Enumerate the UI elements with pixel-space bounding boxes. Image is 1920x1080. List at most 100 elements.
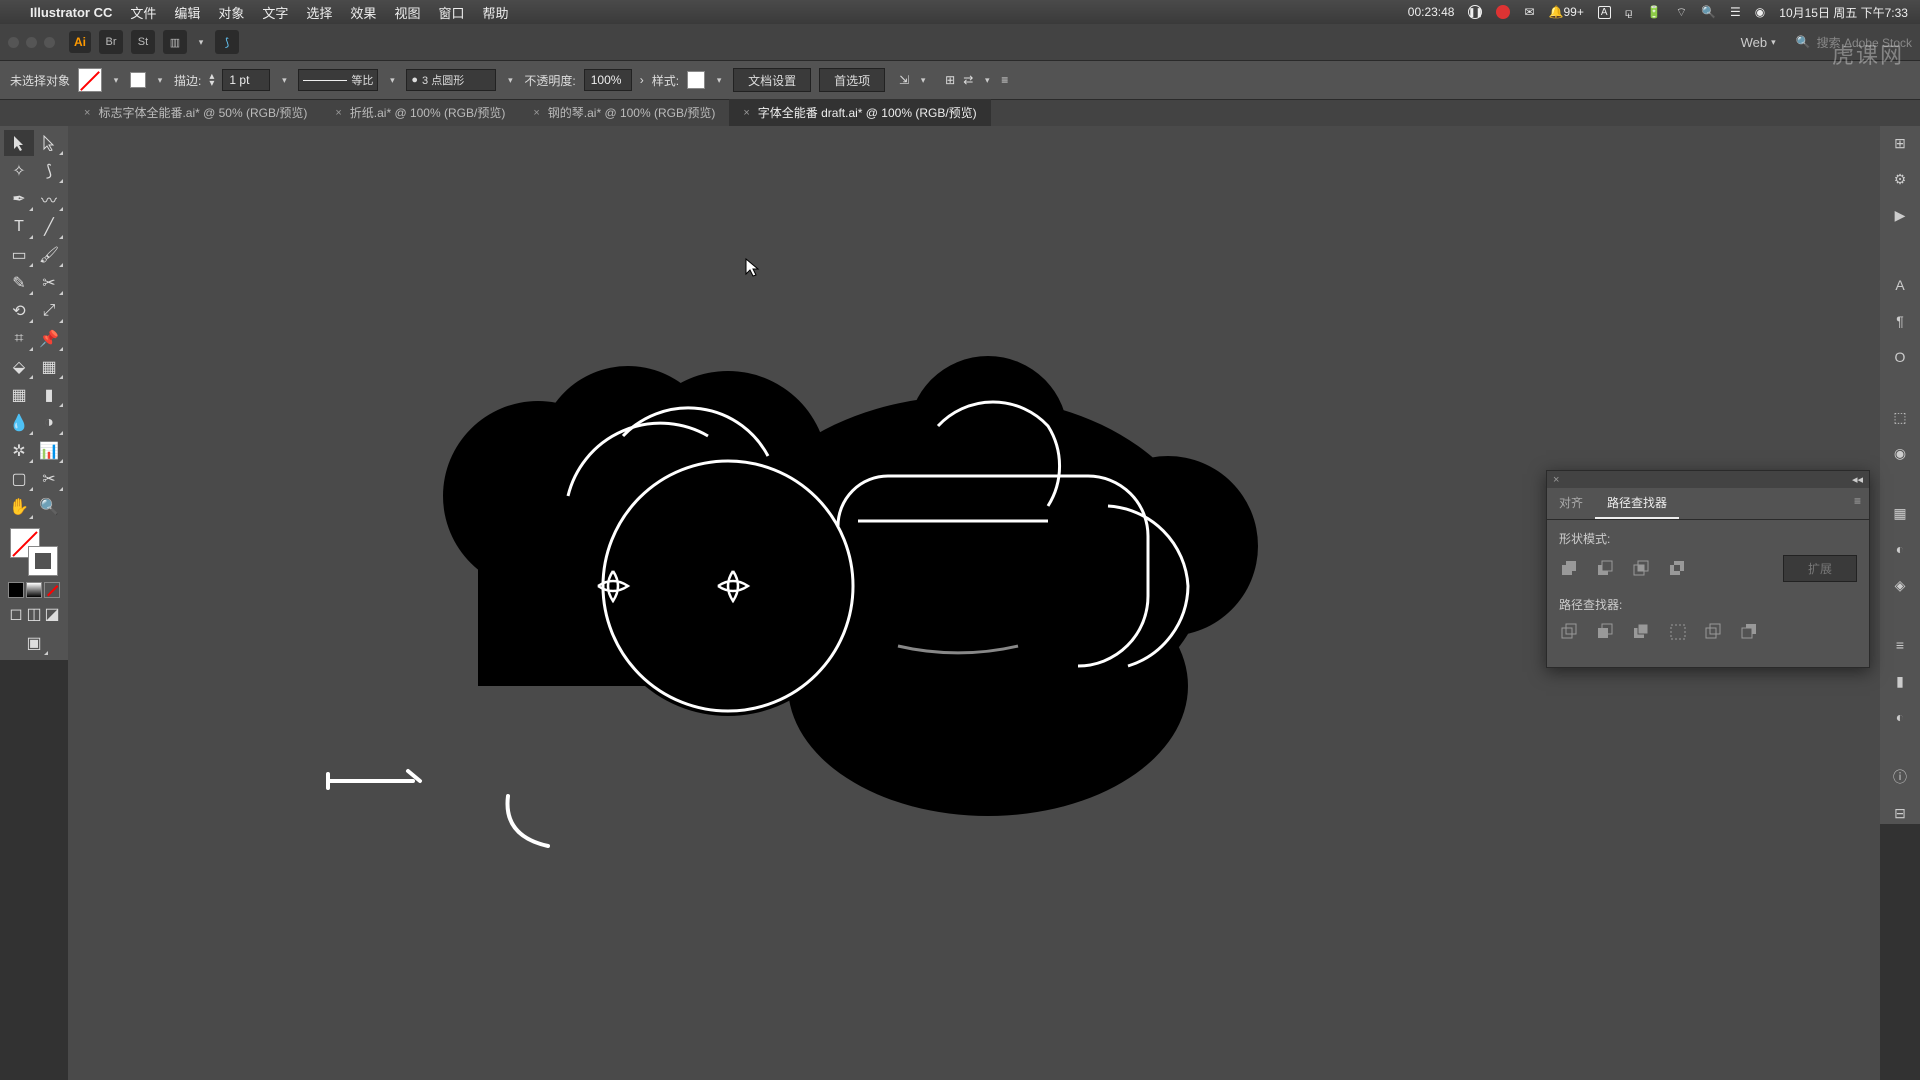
- wechat-icon[interactable]: ✉: [1524, 5, 1534, 19]
- collapse-icon[interactable]: ◂◂: [1852, 473, 1863, 486]
- expand-button[interactable]: 扩展: [1783, 555, 1857, 582]
- blend-tool[interactable]: ◑: [34, 410, 64, 436]
- opacity-input[interactable]: 100%: [584, 69, 632, 91]
- unite-icon[interactable]: [1559, 558, 1581, 580]
- menu-object[interactable]: 对象: [218, 3, 244, 22]
- menu-help[interactable]: 帮助: [482, 3, 508, 22]
- artboard-tool[interactable]: ▢: [4, 466, 34, 492]
- panel-menu-icon[interactable]: ≡: [1846, 488, 1869, 519]
- fill-dropdown[interactable]: ▾: [110, 70, 122, 90]
- selection-tool[interactable]: [4, 130, 34, 156]
- color-mode[interactable]: [8, 582, 24, 598]
- slice-tool[interactable]: ✂: [34, 466, 64, 492]
- paragraph-icon[interactable]: ¶: [1889, 310, 1911, 332]
- drawing-mode-normal[interactable]: ◻: [8, 606, 24, 622]
- divide-icon[interactable]: [1559, 621, 1581, 643]
- minus-back-icon[interactable]: [1739, 621, 1761, 643]
- character-icon[interactable]: A: [1889, 274, 1911, 296]
- menu-select[interactable]: 选择: [306, 3, 332, 22]
- gradient-mode[interactable]: [26, 582, 42, 598]
- close-icon[interactable]: ×: [335, 107, 341, 119]
- transform-dropdown[interactable]: ▾: [981, 70, 993, 90]
- symbol-sprayer-tool[interactable]: ✲: [4, 438, 34, 464]
- document-tab[interactable]: ×字体全能番 draft.ai* @ 100% (RGB/预览): [729, 99, 990, 126]
- width-tool[interactable]: ⌗: [4, 326, 34, 352]
- transform-icon[interactable]: ⇄: [963, 73, 973, 87]
- xy-icon[interactable]: ⊞: [945, 73, 955, 87]
- hand-tool[interactable]: ✋: [4, 494, 34, 520]
- document-tab[interactable]: ×钢的琴.ai* @ 100% (RGB/预览): [519, 99, 729, 126]
- notification-icon[interactable]: 🔔99+: [1549, 5, 1584, 19]
- eraser-tool[interactable]: ✂: [34, 270, 64, 296]
- close-icon[interactable]: ×: [533, 107, 539, 119]
- merge-icon[interactable]: [1631, 621, 1653, 643]
- gpu-icon[interactable]: ⟆: [215, 30, 239, 54]
- menu-view[interactable]: 视图: [394, 3, 420, 22]
- stroke-weight-input[interactable]: 1 pt: [222, 69, 270, 91]
- screen-mode[interactable]: ▣: [19, 630, 49, 656]
- close-icon[interactable]: ×: [1553, 474, 1559, 486]
- paintbrush-tool[interactable]: 🖌: [34, 242, 64, 268]
- crop-icon[interactable]: [1667, 621, 1689, 643]
- menu-window[interactable]: 窗口: [438, 3, 464, 22]
- drawing-mode-behind[interactable]: ◫: [26, 606, 42, 622]
- controlcenter-icon[interactable]: ☰: [1730, 5, 1741, 19]
- type-tool[interactable]: T: [4, 214, 34, 240]
- color-icon[interactable]: ⚙: [1889, 168, 1911, 190]
- align-icon[interactable]: ⇲: [899, 73, 909, 87]
- clock[interactable]: 10月15日 周五 下午7:33: [1779, 4, 1908, 21]
- brush-definition[interactable]: ●3 点圆形: [406, 69, 496, 91]
- gradient-panel-icon[interactable]: ▮: [1889, 670, 1911, 692]
- brush-dropdown[interactable]: ▾: [504, 70, 516, 90]
- align-panel-icon[interactable]: ⊟: [1889, 802, 1911, 824]
- actions-icon[interactable]: ▶: [1889, 204, 1911, 226]
- spotlight-icon[interactable]: 🔍: [1701, 5, 1716, 19]
- align-dropdown[interactable]: ▾: [917, 70, 929, 90]
- bluetooth-icon[interactable]: ⚼: [1625, 5, 1633, 20]
- exclude-icon[interactable]: [1667, 558, 1689, 580]
- curvature-tool[interactable]: 〰: [34, 186, 64, 212]
- panel-menu-icon[interactable]: ≡: [1001, 73, 1008, 87]
- record-icon[interactable]: [1496, 5, 1510, 19]
- align-tab[interactable]: 对齐: [1547, 488, 1595, 519]
- document-tab[interactable]: ×折纸.ai* @ 100% (RGB/预览): [321, 99, 519, 126]
- document-setup-button[interactable]: 文档设置: [733, 68, 811, 92]
- menu-file[interactable]: 文件: [130, 3, 156, 22]
- column-graph-tool[interactable]: 📊: [34, 438, 64, 464]
- graphic-style-swatch[interactable]: [687, 71, 705, 89]
- intersect-icon[interactable]: [1631, 558, 1653, 580]
- pause-icon[interactable]: ❚❚: [1468, 5, 1482, 19]
- appearance-icon[interactable]: ◉: [1889, 442, 1911, 464]
- search-adobe-stock[interactable]: 🔍 搜索 Adobe Stock: [1796, 34, 1912, 51]
- perspective-tool[interactable]: ▦: [34, 354, 64, 380]
- stroke-weight-dropdown[interactable]: ▾: [278, 70, 290, 90]
- menu-effect[interactable]: 效果: [350, 3, 376, 22]
- input-icon[interactable]: A: [1598, 6, 1611, 19]
- stroke-stepper[interactable]: ▴▾: [209, 73, 214, 87]
- siri-icon[interactable]: ◉: [1755, 5, 1765, 19]
- symbols-icon[interactable]: ◈: [1889, 574, 1911, 596]
- properties-icon[interactable]: ⊞: [1889, 132, 1911, 154]
- transform-panel-icon[interactable]: ⬚: [1889, 406, 1911, 428]
- fill-stroke-indicator[interactable]: [10, 528, 58, 576]
- profile-dropdown[interactable]: ▾: [386, 70, 398, 90]
- line-tool[interactable]: ╱: [34, 214, 64, 240]
- close-icon[interactable]: ×: [84, 107, 90, 119]
- stock-icon[interactable]: St: [131, 30, 155, 54]
- wifi-icon[interactable]: ⌔: [1676, 5, 1687, 20]
- color-guide-icon[interactable]: ◐: [1889, 538, 1911, 560]
- direct-selection-tool[interactable]: [34, 130, 64, 156]
- info-icon[interactable]: ⓘ: [1889, 766, 1911, 788]
- pathfinder-tab[interactable]: 路径查找器: [1595, 488, 1679, 519]
- arrange-icon[interactable]: ▥: [163, 30, 187, 54]
- shape-builder-tool[interactable]: ⬙: [4, 354, 34, 380]
- menu-type[interactable]: 文字: [262, 3, 288, 22]
- arrange-dropdown[interactable]: ▾: [195, 32, 207, 52]
- minus-front-icon[interactable]: [1595, 558, 1617, 580]
- opacity-arrow[interactable]: ›: [640, 73, 644, 87]
- zoom-tool[interactable]: 🔍: [34, 494, 64, 520]
- magic-wand-tool[interactable]: ✧: [4, 158, 34, 184]
- fill-swatch[interactable]: [78, 68, 102, 92]
- rotate-tool[interactable]: ⟲: [4, 298, 34, 324]
- app-name[interactable]: Illustrator CC: [30, 5, 112, 20]
